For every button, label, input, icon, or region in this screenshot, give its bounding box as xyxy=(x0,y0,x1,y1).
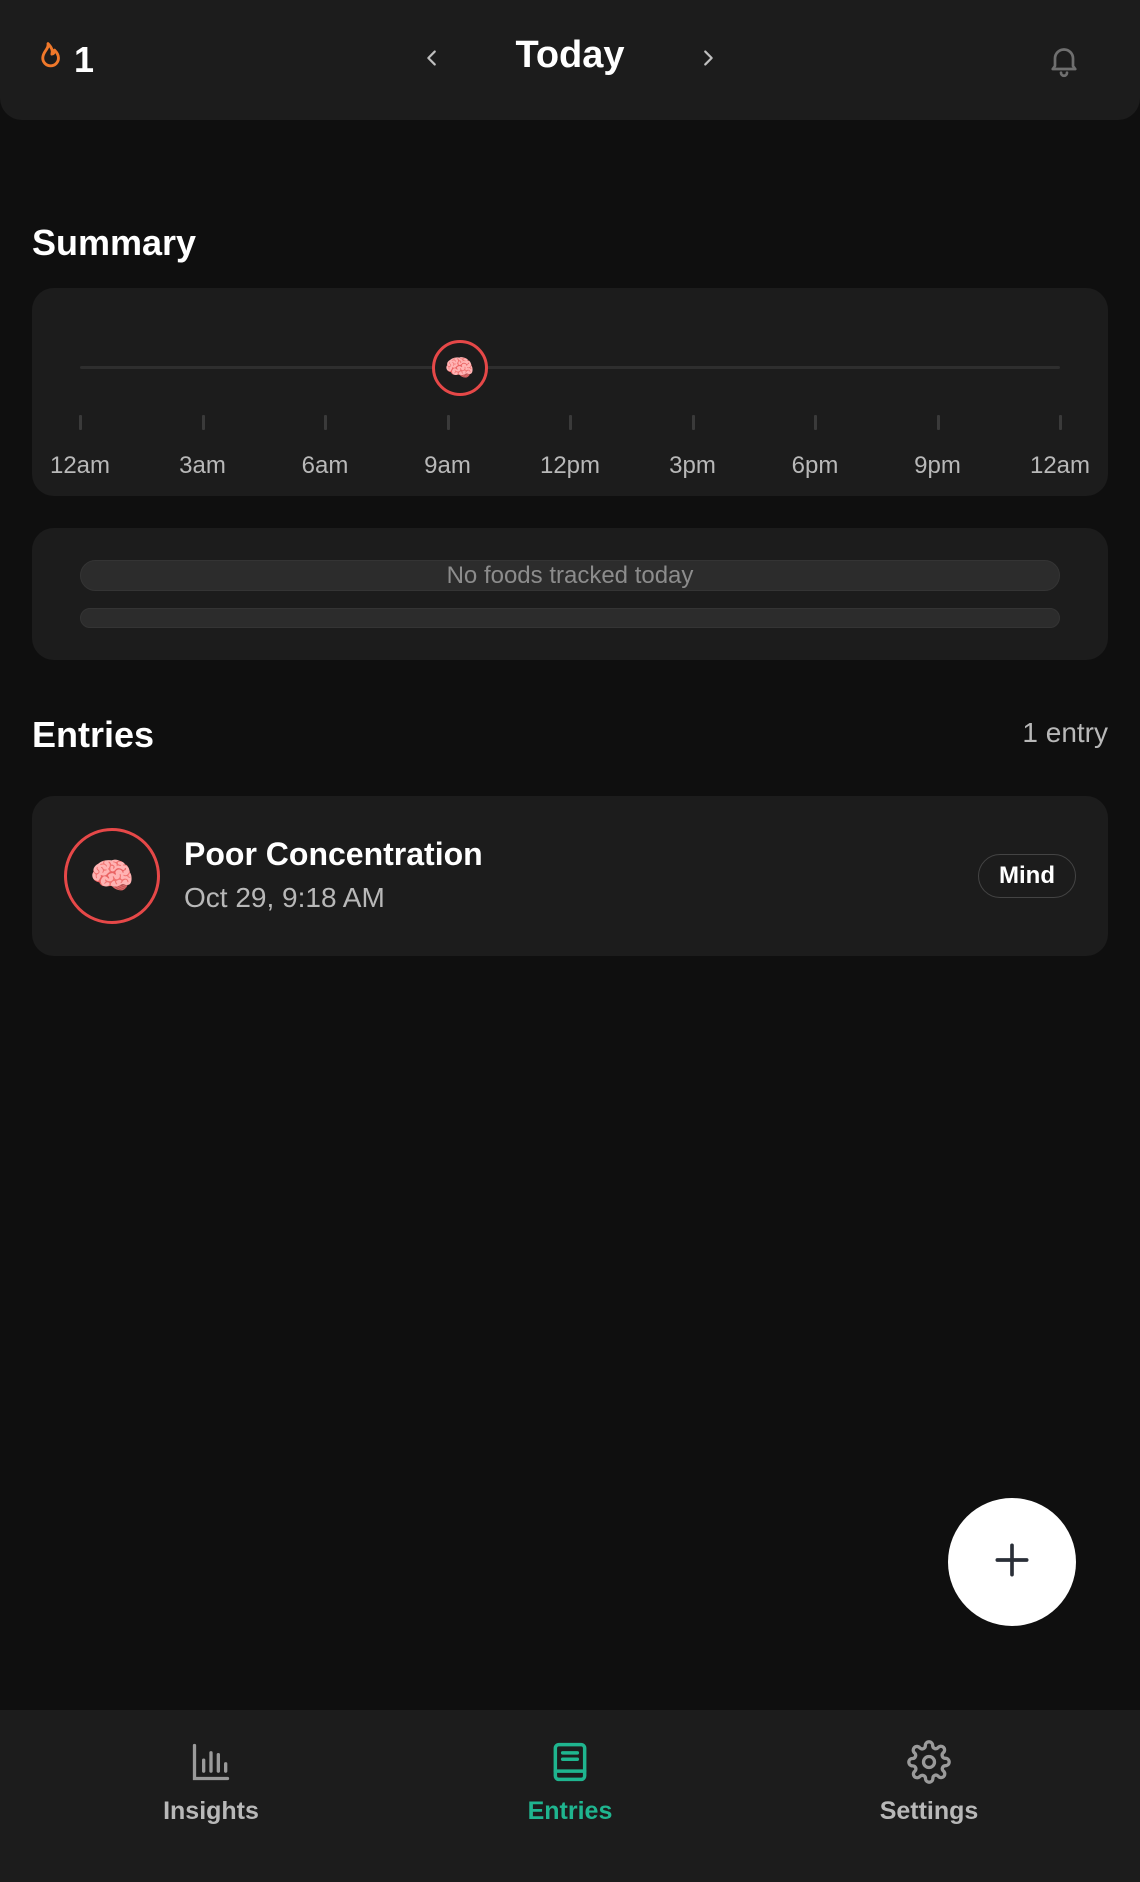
bottom-navigation: Insights Entries Settings xyxy=(0,1710,1140,1882)
timeline-tick-label: 3pm xyxy=(669,452,716,479)
entry-title: Poor Concentration xyxy=(184,836,483,872)
streak-counter[interactable]: 1 xyxy=(32,38,94,82)
gear-icon xyxy=(907,1740,951,1789)
timeline-tick xyxy=(1059,415,1062,430)
foods-empty-message: No foods tracked today xyxy=(446,561,694,589)
summary-heading: Summary xyxy=(32,222,197,263)
brain-icon: 🧠 xyxy=(89,855,135,896)
nav-label-insights: Insights xyxy=(163,1797,259,1825)
bell-icon xyxy=(1046,48,1082,82)
previous-day-button[interactable] xyxy=(414,42,450,78)
timeline-track xyxy=(80,366,1060,369)
entry-time: Oct 29, 9:18 AM xyxy=(184,882,385,913)
chevron-left-icon xyxy=(421,47,443,74)
timeline-tick xyxy=(814,415,817,430)
book-icon xyxy=(548,1740,592,1789)
foods-card xyxy=(32,528,1108,660)
timeline-tick xyxy=(201,415,205,430)
top-bar: 1 Today xyxy=(0,0,1140,120)
timeline-tick-label: 12pm xyxy=(539,452,601,479)
timeline-tick xyxy=(691,415,695,430)
timeline-tick xyxy=(446,415,450,430)
timeline-tick-label: 9pm xyxy=(914,452,961,479)
entry-card[interactable]: 🧠 Poor Concentration Oct 29, 9:18 AM Min… xyxy=(32,796,1108,956)
timeline-tick xyxy=(79,415,82,430)
timeline-tick-label: 9am xyxy=(424,452,471,479)
category-badge: Mind xyxy=(978,854,1076,898)
timeline-tick-label: 3am xyxy=(179,452,226,479)
entry-icon: 🧠 xyxy=(64,828,160,924)
nav-item-entries[interactable]: Entries xyxy=(470,1740,670,1826)
timeline-tick-label: 6pm xyxy=(791,452,839,479)
notifications-button[interactable] xyxy=(1046,42,1082,78)
chevron-right-icon xyxy=(697,47,719,74)
nav-label-entries: Entries xyxy=(527,1797,613,1825)
flame-icon xyxy=(32,41,64,80)
timeline-tick-label: 12am xyxy=(49,452,111,479)
brain-icon: 🧠 xyxy=(444,354,475,382)
nav-item-insights[interactable]: Insights xyxy=(111,1740,311,1826)
foods-bar-secondary xyxy=(80,608,1060,628)
foods-bar: No foods tracked today xyxy=(80,560,1060,591)
timeline-tick xyxy=(936,415,940,430)
nav-label-settings: Settings xyxy=(879,1797,979,1825)
timeline-entry-marker[interactable]: 🧠 xyxy=(431,340,488,396)
nav-item-settings[interactable]: Settings xyxy=(829,1740,1029,1826)
streak-count: 1 xyxy=(74,39,95,80)
entries-heading: Entries xyxy=(32,714,155,755)
plus-icon xyxy=(990,1538,1034,1587)
timeline-tick xyxy=(324,415,327,430)
add-entry-button[interactable] xyxy=(948,1498,1076,1626)
bar-chart-icon xyxy=(189,1740,233,1789)
page-title: Today xyxy=(515,34,625,76)
timeline-tick xyxy=(569,415,572,430)
next-day-button[interactable] xyxy=(690,42,726,78)
timeline-tick-label: 12am xyxy=(1029,452,1091,479)
timeline-tick-label: 6am xyxy=(301,452,349,479)
entry-count: 1 entry xyxy=(1022,717,1108,748)
